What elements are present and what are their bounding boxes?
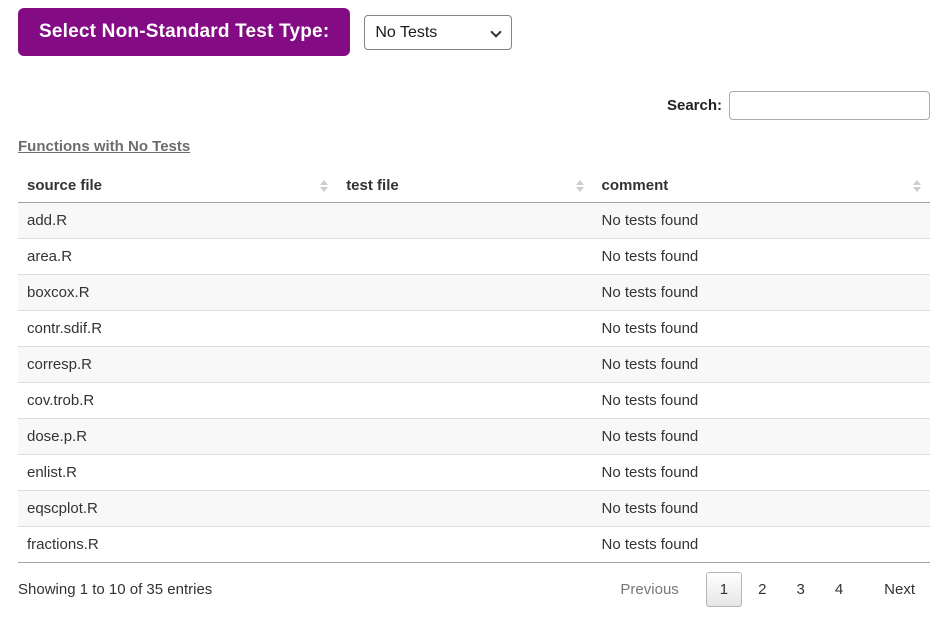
page-button-4[interactable]: 4 xyxy=(821,572,857,607)
table-body: add.R No tests found area.R No tests found b… xyxy=(18,202,930,563)
table-row: boxcox.R No tests found xyxy=(18,274,930,311)
comment-cell: No tests found xyxy=(601,248,699,265)
comment-cell: No tests found xyxy=(601,284,699,301)
test-file-cell xyxy=(337,491,592,527)
comment-cell: No tests found xyxy=(601,428,699,445)
test-file-cell xyxy=(337,455,592,491)
pagination: Previous 1234 Next xyxy=(605,572,930,607)
test-type-select[interactable]: No Tests xyxy=(364,14,513,50)
test-file-cell xyxy=(337,383,592,419)
header-row: Select Non-Standard Test Type: No Tests xyxy=(18,8,930,56)
search-row: Search: xyxy=(18,91,930,120)
column-header-source-file[interactable]: source file xyxy=(18,169,338,203)
comment-cell: No tests found xyxy=(601,212,699,229)
table-row: add.R No tests found xyxy=(18,202,930,239)
test-file-cell xyxy=(337,419,592,455)
column-header-comment[interactable]: comment xyxy=(592,169,930,203)
source-file-cell: boxcox.R xyxy=(27,284,90,301)
test-file-cell xyxy=(337,203,592,239)
test-file-cell xyxy=(337,275,592,311)
source-file-cell: add.R xyxy=(27,212,68,229)
search-label: Search: xyxy=(666,97,722,114)
test-file-cell xyxy=(337,239,592,275)
previous-button[interactable]: Previous xyxy=(606,572,692,607)
source-file-cell: cov.trob.R xyxy=(27,392,95,409)
source-file-cell: fractions.R xyxy=(27,536,99,553)
functions-table: source file test file comment add.R No te… xyxy=(18,169,930,563)
next-button[interactable]: Next xyxy=(870,572,929,607)
table-row: eqscplot.R No tests found xyxy=(18,490,930,527)
source-file-cell: area.R xyxy=(27,248,73,265)
table-row: enlist.R No tests found xyxy=(18,454,930,491)
test-type-select-wrap: No Tests xyxy=(364,14,513,50)
functions-with-no-tests-link[interactable]: Functions with No Tests xyxy=(18,138,190,155)
column-header-label: comment xyxy=(601,177,669,194)
table-header-row: source file test file comment xyxy=(18,169,930,203)
source-file-cell: enlist.R xyxy=(27,464,78,481)
table-row: corresp.R No tests found xyxy=(18,346,930,383)
source-file-cell: corresp.R xyxy=(27,356,93,373)
table-info: Showing 1 to 10 of 35 entries xyxy=(18,581,213,598)
source-file-cell: eqscplot.R xyxy=(27,500,98,517)
table-footer: Showing 1 to 10 of 35 entries Previous 1… xyxy=(18,572,930,607)
comment-cell: No tests found xyxy=(601,500,699,517)
table-row: dose.p.R No tests found xyxy=(18,418,930,455)
column-header-label: test file xyxy=(346,177,399,194)
table-row: fractions.R No tests found xyxy=(18,526,930,563)
page-button-2[interactable]: 2 xyxy=(744,572,780,607)
page-button-1[interactable]: 1 xyxy=(705,572,743,607)
table-row: contr.sdif.R No tests found xyxy=(18,310,930,347)
pagination-pages: 1234 xyxy=(705,572,858,607)
comment-cell: No tests found xyxy=(601,356,699,373)
page-button-3[interactable]: 3 xyxy=(782,572,818,607)
comment-cell: No tests found xyxy=(601,464,699,481)
comment-cell: No tests found xyxy=(601,536,699,553)
source-file-cell: contr.sdif.R xyxy=(27,320,103,337)
table-row: area.R No tests found xyxy=(18,238,930,275)
search-input[interactable] xyxy=(729,91,930,120)
test-file-cell xyxy=(337,347,592,383)
sort-icon xyxy=(913,179,921,192)
test-file-cell xyxy=(337,311,592,347)
comment-cell: No tests found xyxy=(601,392,699,409)
column-header-label: source file xyxy=(27,177,103,194)
page-title: Select Non-Standard Test Type: xyxy=(18,8,351,56)
table-row: cov.trob.R No tests found xyxy=(18,382,930,419)
source-file-cell: dose.p.R xyxy=(27,428,88,445)
sort-icon xyxy=(575,179,584,192)
sort-icon xyxy=(320,179,329,192)
test-file-cell xyxy=(337,527,592,563)
column-header-test-file[interactable]: test file xyxy=(337,169,593,203)
comment-cell: No tests found xyxy=(601,320,699,337)
